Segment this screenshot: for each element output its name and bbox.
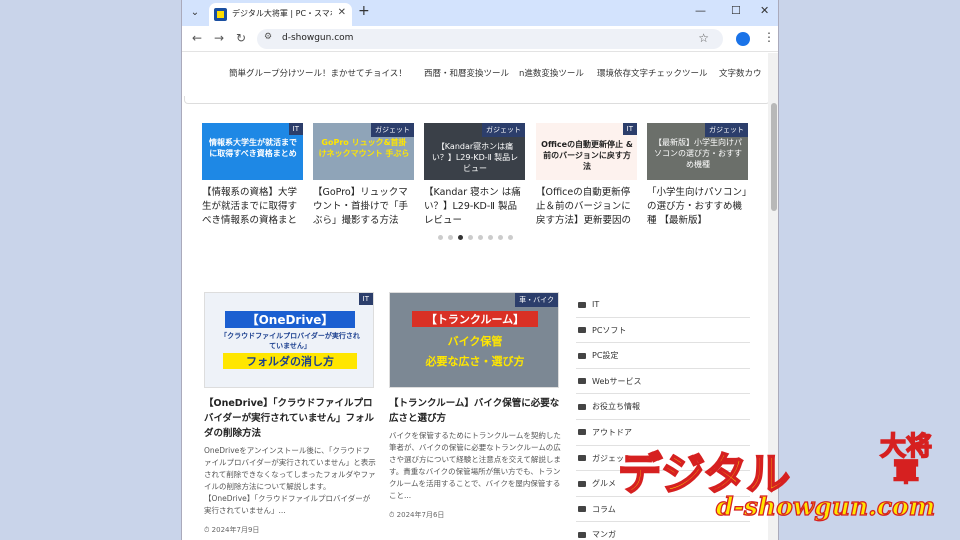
maximize-icon[interactable]: ☐: [731, 4, 741, 17]
folder-icon: [578, 352, 586, 359]
folder-icon: [578, 403, 586, 410]
topnav-divider: [184, 96, 768, 104]
folder-icon: [578, 378, 586, 385]
card-thumbnail: ガジェット 【Kandar寝ホンは痛い？】L29-KD-Ⅱ 製品レビュー: [424, 123, 525, 180]
thumbnail-caption: 【最新版】小学生向けパソコンの選び方・おすすめ機種: [654, 138, 742, 169]
close-tab-icon[interactable]: ✕: [338, 7, 346, 18]
folder-icon: [578, 506, 586, 513]
card-title: 【Kandar 寝ホン は痛い？】L29-KD-Ⅱ 製品レビュー: [424, 187, 521, 226]
article-date: ⏱ 2024年7月6日: [389, 511, 445, 519]
top-navigation: 簡単グループ分けツール！まかせてチョイス！ 西暦・和暦変換ツール n進数変換ツー…: [229, 67, 768, 83]
topnav-item[interactable]: 西暦・和暦変換ツール: [424, 67, 509, 79]
carousel-dot[interactable]: [498, 235, 503, 240]
scrollbar-thumb[interactable]: [771, 103, 777, 211]
article-excerpt: バイクを保管するためにトランクルームを契約した筆者が、バイクの保管に必要なトラン…: [389, 431, 561, 500]
thumbnail-heading: 【トランクルーム】: [412, 311, 538, 327]
category-badge: ガジェット: [705, 123, 748, 137]
carousel-card[interactable]: ガジェット 【最新版】小学生向けパソコンの選び方・おすすめ機種 「小学生向けパソ…: [647, 123, 749, 228]
address-bar[interactable]: ⚙ d-showgun.com ☆: [257, 29, 723, 49]
carousel-card[interactable]: IT 情報系大学生が就活までに取得すべき資格まとめ 【情報系の資格】大学生が就活…: [202, 123, 304, 228]
site-favicon-icon: [214, 8, 227, 21]
tab-title: デジタル大将軍 | PC・スマホ・ガジェ: [232, 9, 332, 18]
card-title: 「小学生向けパソコン」の選び方・おすすめ機種 【最新版】: [647, 187, 747, 226]
thumbnail-caption: Officeの自動更新停止 & 前のバージョンに戻す方法: [541, 140, 633, 171]
site-info-icon[interactable]: ⚙: [264, 32, 272, 42]
card-title: 【情報系の資格】大学生が就活までに取得すべき情報系の資格まと: [202, 187, 298, 226]
profile-avatar-icon[interactable]: [736, 32, 750, 46]
logo-side-text: 大将軍: [879, 432, 933, 488]
url-text[interactable]: d-showgun.com: [282, 33, 353, 43]
category-badge: IT: [358, 293, 373, 305]
folder-icon: [578, 480, 586, 487]
thumbnail-caption: GoPro リュック&首掛けネックマウント 手ぶら: [318, 138, 410, 158]
carousel-dot[interactable]: [478, 235, 483, 240]
new-tab-icon[interactable]: +: [358, 3, 370, 19]
carousel-dot[interactable]: [448, 235, 453, 240]
article-card[interactable]: IT 【OneDrive】 「クラウドファイルプロバイダーが実行されていません」…: [204, 292, 376, 535]
article-date: ⏱ 2024年7月9日: [204, 526, 260, 534]
card-thumbnail: ガジェット GoPro リュック&首掛けネックマウント 手ぶら: [313, 123, 414, 180]
logo-url-text: d-showgun.com: [715, 491, 936, 521]
carousel-dot[interactable]: [488, 235, 493, 240]
article-thumbnail: 車・バイク 【トランクルーム】 バイク保管 必要な広さ・選び方: [389, 292, 559, 388]
category-badge: 車・バイク: [515, 293, 558, 307]
sidebar-item-manga[interactable]: マンガ: [576, 522, 750, 540]
category-badge: IT: [622, 123, 637, 135]
folder-icon: [578, 455, 586, 462]
thumbnail-caption: 【Kandar寝ホンは痛い？】L29-KD-Ⅱ 製品レビュー: [431, 142, 519, 173]
forward-icon[interactable]: →: [214, 31, 224, 45]
carousel-dot[interactable]: [458, 235, 463, 240]
topnav-item[interactable]: 文字数カウ: [719, 67, 762, 79]
carousel-card[interactable]: ガジェット 【Kandar寝ホンは痛い？】L29-KD-Ⅱ 製品レビュー 【Ka…: [424, 123, 526, 228]
carousel-card[interactable]: ガジェット GoPro リュック&首掛けネックマウント 手ぶら 【GoPro】リ…: [313, 123, 415, 228]
folder-icon: [578, 301, 586, 308]
article-title[interactable]: 【OneDrive】「クラウドファイルプロバイダーが実行されていません」フォルダ…: [204, 396, 376, 441]
channel-logo-watermark: デジタル 大将軍 d-showgun.com: [617, 433, 944, 524]
category-badge: ガジェット: [482, 123, 525, 137]
thumbnail-caption: 情報系大学生が就活までに取得すべき資格まとめ: [209, 138, 297, 158]
carousel-dot[interactable]: [438, 235, 443, 240]
sidebar-item-web-services[interactable]: Webサービス: [576, 369, 750, 395]
thumbnail-main-text: フォルダの消し方: [223, 353, 357, 369]
category-badge: IT: [288, 123, 303, 135]
minimize-icon[interactable]: —: [695, 4, 706, 17]
folder-icon: [578, 327, 586, 334]
topnav-item[interactable]: 環境依存文字チェックツール: [597, 67, 708, 79]
browser-toolbar: ← → ↻ ⚙ d-showgun.com ☆ ⋮: [182, 26, 778, 52]
folder-icon: [578, 429, 586, 436]
category-badge: ガジェット: [371, 123, 414, 137]
sidebar-item-useful-info[interactable]: お役立ち情報: [576, 394, 750, 420]
topnav-item[interactable]: 簡単グループ分けツール！まかせてチョイス！: [229, 67, 407, 79]
carousel-card[interactable]: IT Officeの自動更新停止 & 前のバージョンに戻す方法 【Officeの…: [536, 123, 638, 228]
thumbnail-main-text: 必要な広さ・選び方: [425, 355, 525, 368]
bookmark-star-icon[interactable]: ☆: [698, 31, 709, 45]
active-tab[interactable]: デジタル大将軍 | PC・スマホ・ガジェ ✕: [209, 3, 352, 26]
carousel-dot[interactable]: [508, 235, 513, 240]
card-thumbnail: IT 情報系大学生が就活までに取得すべき資格まとめ: [202, 123, 303, 180]
article-title[interactable]: 【トランクルーム】バイク保管に必要な広さと選び方: [389, 396, 561, 426]
thumbnail-heading: 【OneDrive】: [225, 311, 355, 328]
reload-icon[interactable]: ↻: [236, 31, 246, 45]
article-card[interactable]: 車・バイク 【トランクルーム】 バイク保管 必要な広さ・選び方 【トランクルーム…: [389, 292, 561, 520]
card-thumbnail: ガジェット 【最新版】小学生向けパソコンの選び方・おすすめ機種: [647, 123, 748, 180]
sidebar-item-it[interactable]: IT: [576, 292, 750, 318]
back-icon[interactable]: ←: [192, 31, 202, 45]
close-window-icon[interactable]: ✕: [760, 4, 769, 17]
topnav-item[interactable]: n進数変換ツール: [519, 67, 584, 79]
tab-list-icon[interactable]: ⌄: [186, 4, 204, 22]
carousel-dot[interactable]: [468, 235, 473, 240]
sidebar-item-pc-software[interactable]: PCソフト: [576, 318, 750, 344]
card-title: 【GoPro】リュックマウント・首掛けで「手ぶら」撮影する方法: [313, 187, 409, 226]
article-thumbnail: IT 【OneDrive】 「クラウドファイルプロバイダーが実行されていません」…: [204, 292, 374, 388]
folder-icon: [578, 531, 586, 538]
browser-menu-icon[interactable]: ⋮: [763, 30, 775, 44]
article-excerpt: OneDriveをアンインストール後に、「クラウドファイルプロバイダーが実行され…: [204, 446, 376, 515]
thumbnail-subheading: バイク保管: [447, 335, 503, 348]
thumbnail-subheading: 「クラウドファイルプロバイダーが実行されていません」: [220, 332, 360, 350]
card-title: 【Officeの自動更新停止＆前のバージョンに戻す方法】更新要因の: [536, 187, 632, 226]
tab-bar: ⌄ デジタル大将軍 | PC・スマホ・ガジェ ✕ + — ☐ ✕: [182, 0, 778, 26]
sidebar-item-pc-settings[interactable]: PC設定: [576, 343, 750, 369]
card-thumbnail: IT Officeの自動更新停止 & 前のバージョンに戻す方法: [536, 123, 637, 180]
